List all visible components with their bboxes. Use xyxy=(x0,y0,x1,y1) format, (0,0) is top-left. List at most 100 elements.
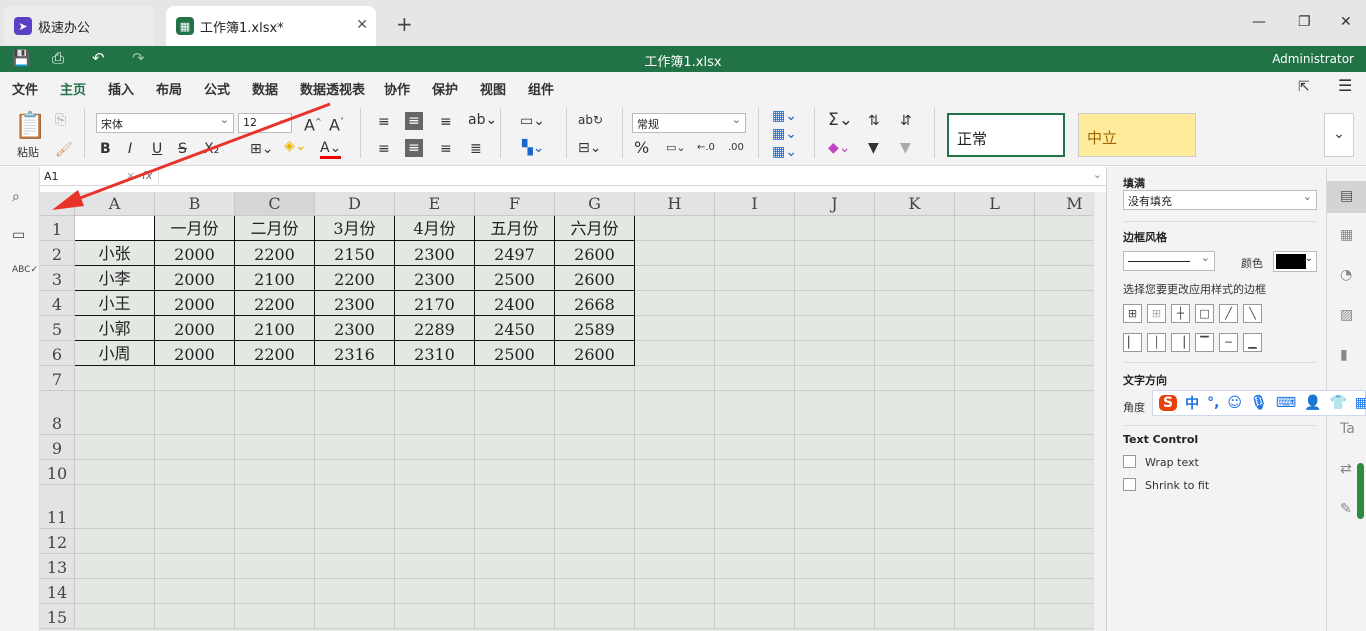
comment-icon[interactable]: ▭ xyxy=(12,227,25,243)
cell[interactable] xyxy=(715,529,795,554)
cell[interactable]: 二月份 xyxy=(235,216,315,241)
border-all-button[interactable]: ⊞ xyxy=(1123,304,1142,323)
increase-decimal-icon[interactable]: .00 xyxy=(728,140,744,156)
cell[interactable] xyxy=(555,604,635,629)
tab-workbook[interactable]: ▦ 工作簿1.xlsx* ✕ xyxy=(166,6,376,46)
cell[interactable] xyxy=(75,460,155,485)
row-header[interactable]: 3 xyxy=(40,266,75,291)
cell[interactable] xyxy=(155,391,235,435)
cell[interactable]: 2200 xyxy=(315,266,395,291)
cell-settings-tab[interactable]: ▤ xyxy=(1327,181,1366,213)
cell[interactable] xyxy=(75,435,155,460)
cell[interactable]: 2400 xyxy=(475,291,555,316)
tab-jisu[interactable]: ➤ 极速办公 xyxy=(4,6,154,46)
column-header[interactable]: L xyxy=(955,192,1035,216)
cell[interactable] xyxy=(875,604,955,629)
cell[interactable]: 2600 xyxy=(555,241,635,266)
align-middle-icon[interactable]: ≡ xyxy=(405,112,423,130)
cell[interactable] xyxy=(315,460,395,485)
fill-select[interactable]: 没有填充 xyxy=(1123,190,1317,210)
column-header[interactable]: J xyxy=(795,192,875,216)
cell[interactable] xyxy=(955,216,1035,241)
cell[interactable]: 六月份 xyxy=(555,216,635,241)
cell[interactable]: 2150 xyxy=(315,241,395,266)
fill-color-icon[interactable]: ◈⌄ xyxy=(284,138,307,154)
cell[interactable] xyxy=(635,266,715,291)
cell[interactable] xyxy=(235,579,315,604)
cell[interactable] xyxy=(715,460,795,485)
cell[interactable] xyxy=(875,460,955,485)
cell[interactable] xyxy=(155,435,235,460)
row-header[interactable]: 5 xyxy=(40,316,75,341)
cell[interactable] xyxy=(795,316,875,341)
row-header[interactable]: 11 xyxy=(40,485,75,529)
menu-layout[interactable]: 布局 xyxy=(156,79,182,98)
cell[interactable] xyxy=(395,435,475,460)
cell[interactable] xyxy=(395,529,475,554)
borders-icon[interactable]: ⊞⌄ xyxy=(250,141,273,157)
pivot-icon[interactable]: ⇄ xyxy=(1340,461,1352,477)
cell[interactable]: 小张 xyxy=(75,241,155,266)
cell[interactable]: 2600 xyxy=(555,266,635,291)
cell[interactable]: 2000 xyxy=(155,291,235,316)
delete-row-icon[interactable]: ▦⌄ xyxy=(772,126,797,142)
column-header[interactable]: G xyxy=(555,192,635,216)
cell[interactable] xyxy=(715,391,795,435)
cell[interactable] xyxy=(235,391,315,435)
cell[interactable] xyxy=(155,460,235,485)
cell[interactable] xyxy=(1035,216,1093,241)
cell[interactable]: 一月份 xyxy=(155,216,235,241)
cell[interactable] xyxy=(795,266,875,291)
cell[interactable] xyxy=(635,579,715,604)
border-vcenter-button[interactable]: │ xyxy=(1147,333,1166,352)
menu-formula[interactable]: 公式 xyxy=(204,79,230,98)
cell[interactable]: 2589 xyxy=(555,316,635,341)
justify-icon[interactable]: ≣ xyxy=(470,141,482,157)
cell[interactable]: 2300 xyxy=(395,266,475,291)
border-right-button[interactable]: ▕ xyxy=(1171,333,1190,352)
border-color-picker[interactable]: ⌄ xyxy=(1273,251,1317,272)
cell[interactable] xyxy=(315,604,395,629)
cell[interactable] xyxy=(875,366,955,391)
cell[interactable]: 2200 xyxy=(235,241,315,266)
row-header[interactable]: 12 xyxy=(40,529,75,554)
cell[interactable] xyxy=(1035,291,1093,316)
font-color-icon[interactable]: A⌄ xyxy=(320,140,342,159)
cell[interactable] xyxy=(475,366,555,391)
row-header[interactable]: 6 xyxy=(40,341,75,366)
cell[interactable] xyxy=(155,604,235,629)
cell[interactable] xyxy=(795,216,875,241)
cell[interactable] xyxy=(235,366,315,391)
menu-protect[interactable]: 保护 xyxy=(432,79,458,98)
cell[interactable] xyxy=(475,604,555,629)
cell[interactable] xyxy=(315,485,395,529)
cell[interactable] xyxy=(315,366,395,391)
cell[interactable] xyxy=(795,485,875,529)
cell[interactable] xyxy=(795,366,875,391)
cell[interactable] xyxy=(475,579,555,604)
cell[interactable]: 小王 xyxy=(75,291,155,316)
cell[interactable] xyxy=(635,554,715,579)
apps-icon[interactable]: ▦ xyxy=(1355,395,1366,411)
formula-expand-icon[interactable]: ⌄ xyxy=(1093,168,1102,181)
strikethrough-icon[interactable]: S xyxy=(178,141,187,157)
close-window-icon[interactable]: ✕ xyxy=(1340,14,1352,30)
cell[interactable] xyxy=(875,241,955,266)
cell[interactable] xyxy=(1035,316,1093,341)
cell[interactable]: 2100 xyxy=(235,266,315,291)
border-cross-button[interactable]: ┼ xyxy=(1171,304,1190,323)
select-all-corner[interactable] xyxy=(40,192,75,216)
cell[interactable] xyxy=(1035,341,1093,366)
row-header[interactable]: 2 xyxy=(40,241,75,266)
border-top-button[interactable]: ▔ xyxy=(1195,333,1214,352)
format-painter-icon[interactable]: 🖌 xyxy=(55,142,73,158)
clear-icon[interactable]: ◆⌄ xyxy=(828,140,851,156)
cell[interactable] xyxy=(795,391,875,435)
column-header[interactable]: H xyxy=(635,192,715,216)
cell[interactable]: 2300 xyxy=(315,316,395,341)
open-external-icon[interactable]: ⇱ xyxy=(1298,79,1310,95)
cell[interactable] xyxy=(955,366,1035,391)
cell[interactable] xyxy=(955,554,1035,579)
signature-icon[interactable]: ✎ xyxy=(1340,501,1352,517)
cell[interactable] xyxy=(955,485,1035,529)
